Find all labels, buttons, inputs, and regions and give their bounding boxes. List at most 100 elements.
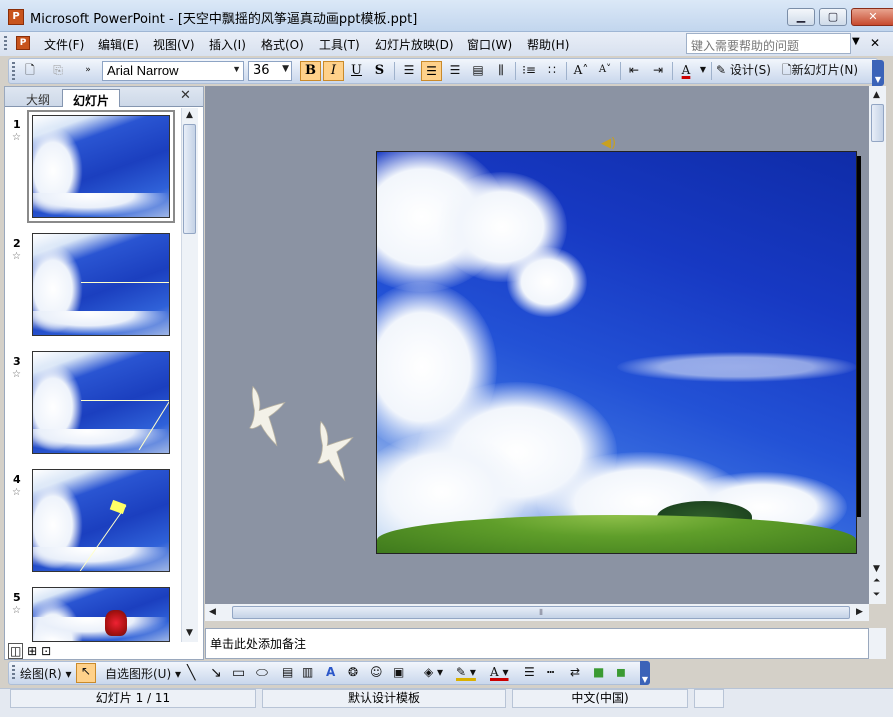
previous-slide-icon[interactable]: ⏶	[873, 576, 880, 586]
design-button[interactable]: ✎ 设计(S)	[716, 61, 778, 81]
slide-thumbnail-5[interactable]	[32, 587, 170, 642]
rectangle-icon[interactable]: ▭	[232, 665, 245, 681]
slides-pane-scroll-thumb[interactable]	[183, 124, 196, 234]
toolbar-grip-icon[interactable]	[12, 62, 15, 80]
dash-style-icon[interactable]: ┅	[547, 665, 554, 679]
help-search-input[interactable]: 键入需要帮助的问题	[686, 33, 851, 54]
diagram-icon[interactable]: ❂	[348, 665, 358, 679]
fill-color-icon[interactable]: ◈ ▾	[424, 665, 443, 679]
line-color-icon[interactable]: ✎ ▾	[456, 665, 476, 679]
arrow-style-icon[interactable]: ⇄	[570, 665, 580, 679]
new-document-icon[interactable]: 🗋	[20, 61, 40, 81]
vertical-scroll-thumb[interactable]	[871, 104, 884, 142]
toolbar-options-icon[interactable]: ▼	[872, 60, 884, 86]
normal-view-icon[interactable]: ◫	[8, 643, 24, 659]
next-slide-icon[interactable]: ⏷	[873, 590, 880, 600]
menu-help[interactable]: 帮助(H)	[527, 36, 569, 53]
copy-icon[interactable]: ⎘	[48, 61, 68, 81]
help-dropdown-icon[interactable]: ▼	[852, 36, 860, 47]
line-icon[interactable]: ╲	[187, 665, 195, 681]
increase-indent-icon[interactable]: ⇥	[648, 61, 668, 81]
textbox-icon[interactable]: ▤	[282, 665, 293, 679]
minimize-button[interactable]: ▁	[787, 8, 815, 26]
menu-window[interactable]: 窗口(W)	[467, 36, 512, 53]
decrease-indent-icon[interactable]: ⇤	[624, 61, 644, 81]
notes-pane[interactable]: 单击此处添加备注	[205, 628, 869, 659]
slide-sorter-icon[interactable]: ⊞	[27, 644, 37, 658]
view-buttons: ◫ ⊞ ⊡	[8, 643, 51, 659]
dragon-kite-icon	[105, 610, 127, 636]
shadow-button[interactable]: S	[369, 61, 390, 81]
menu-slideshow[interactable]: 幻灯片放映(D)	[375, 36, 454, 53]
new-slide-button[interactable]: 🗋新幻灯片(N)	[782, 61, 870, 81]
menu-insert[interactable]: 插入(I)	[209, 36, 246, 53]
draw-menu-button[interactable]: 绘图(R) ▾	[20, 665, 72, 682]
toolbar-separator	[672, 62, 673, 80]
draw-toolbar-options-icon[interactable]: ▼	[640, 661, 650, 685]
close-button[interactable]: ✕	[851, 8, 893, 26]
draw-font-color-icon[interactable]: A ▾	[490, 665, 509, 679]
font-name-select[interactable]: Arial Narrow ▼	[102, 61, 244, 81]
wordart-icon[interactable]: A	[326, 665, 335, 679]
distribute-icon[interactable]: ⫼	[491, 61, 511, 81]
font-size-select[interactable]: 36 ▼	[248, 61, 292, 81]
dove-image[interactable]	[311, 420, 361, 482]
scroll-up-icon[interactable]: ▲	[186, 110, 193, 120]
pane-close-icon[interactable]: ✕	[180, 88, 191, 103]
toolbar-options-icon[interactable]: »	[82, 61, 94, 81]
document-icon[interactable]: P	[16, 36, 30, 50]
font-color-dropdown-icon[interactable]: ▼	[698, 61, 708, 81]
dove-image[interactable]	[243, 385, 293, 447]
kite-string-line	[79, 505, 127, 571]
3d-style-icon[interactable]: ◼	[616, 665, 626, 679]
bullets-icon[interactable]: ∷	[542, 61, 562, 81]
arrow-icon[interactable]: ↘	[210, 665, 222, 681]
menu-file[interactable]: 文件(F)	[44, 36, 84, 53]
slide-thumbnail-2[interactable]	[32, 233, 170, 336]
status-design-template[interactable]: 默认设计模板	[262, 689, 506, 708]
tab-slides[interactable]: 幻灯片	[62, 89, 121, 108]
scroll-right-icon[interactable]: ▶	[856, 607, 863, 617]
select-objects-icon[interactable]: ↖	[76, 663, 96, 683]
underline-button[interactable]: U	[346, 61, 367, 81]
align-left-icon[interactable]: ☰	[399, 61, 419, 81]
menu-grip-icon[interactable]	[4, 36, 7, 52]
menu-format[interactable]: 格式(O)	[261, 36, 304, 53]
scroll-up-icon[interactable]: ▲	[873, 90, 880, 100]
menu-edit[interactable]: 编辑(E)	[98, 36, 139, 53]
increase-font-icon[interactable]: A˄	[570, 61, 592, 81]
decrease-font-icon[interactable]: A˅	[594, 61, 616, 81]
bold-button[interactable]: B	[300, 61, 321, 81]
scroll-down-icon[interactable]: ▼	[873, 564, 880, 574]
horizontal-scroll-thumb[interactable]: ⦀	[232, 606, 850, 619]
slide-thumbnail-4[interactable]	[32, 469, 170, 572]
shadow-style-icon[interactable]: ■	[593, 665, 604, 679]
slideshow-icon[interactable]: ⊡	[41, 644, 51, 658]
menu-view[interactable]: 视图(V)	[153, 36, 195, 53]
justify-icon[interactable]: ▤	[468, 61, 488, 81]
slide-canvas[interactable]	[376, 151, 857, 554]
notes-scrollbar[interactable]	[869, 628, 886, 659]
italic-button[interactable]: I	[323, 61, 344, 81]
restore-button[interactable]: ▢	[819, 8, 847, 26]
vertical-scrollbar[interactable]	[869, 86, 886, 604]
draw-toolbar-grip-icon[interactable]	[12, 665, 15, 681]
clipart-icon[interactable]: ☺	[370, 665, 383, 679]
vertical-textbox-icon[interactable]: ▥	[302, 665, 313, 679]
align-center-icon[interactable]: ☰	[421, 61, 442, 81]
slide-thumbnail-3[interactable]	[32, 351, 170, 454]
document-close-icon[interactable]: ✕	[870, 36, 880, 50]
sound-icon[interactable]: ◀)	[601, 136, 616, 151]
font-color-icon[interactable]: A	[676, 61, 696, 81]
line-style-icon[interactable]: ☰	[524, 665, 535, 679]
slide-thumbnail-1[interactable]	[32, 115, 170, 218]
menu-tools[interactable]: 工具(T)	[319, 36, 360, 53]
scroll-down-icon[interactable]: ▼	[186, 628, 193, 638]
autoshapes-button[interactable]: 自选图形(U) ▾	[105, 665, 181, 682]
tab-outline[interactable]: 大纲	[16, 89, 60, 107]
scroll-left-icon[interactable]: ◀	[209, 607, 216, 617]
align-right-icon[interactable]: ☰	[445, 61, 465, 81]
oval-icon[interactable]: ⬭	[256, 665, 268, 681]
numbering-icon[interactable]: ⁝≡	[519, 61, 539, 81]
insert-picture-icon[interactable]: ▣	[393, 665, 404, 679]
